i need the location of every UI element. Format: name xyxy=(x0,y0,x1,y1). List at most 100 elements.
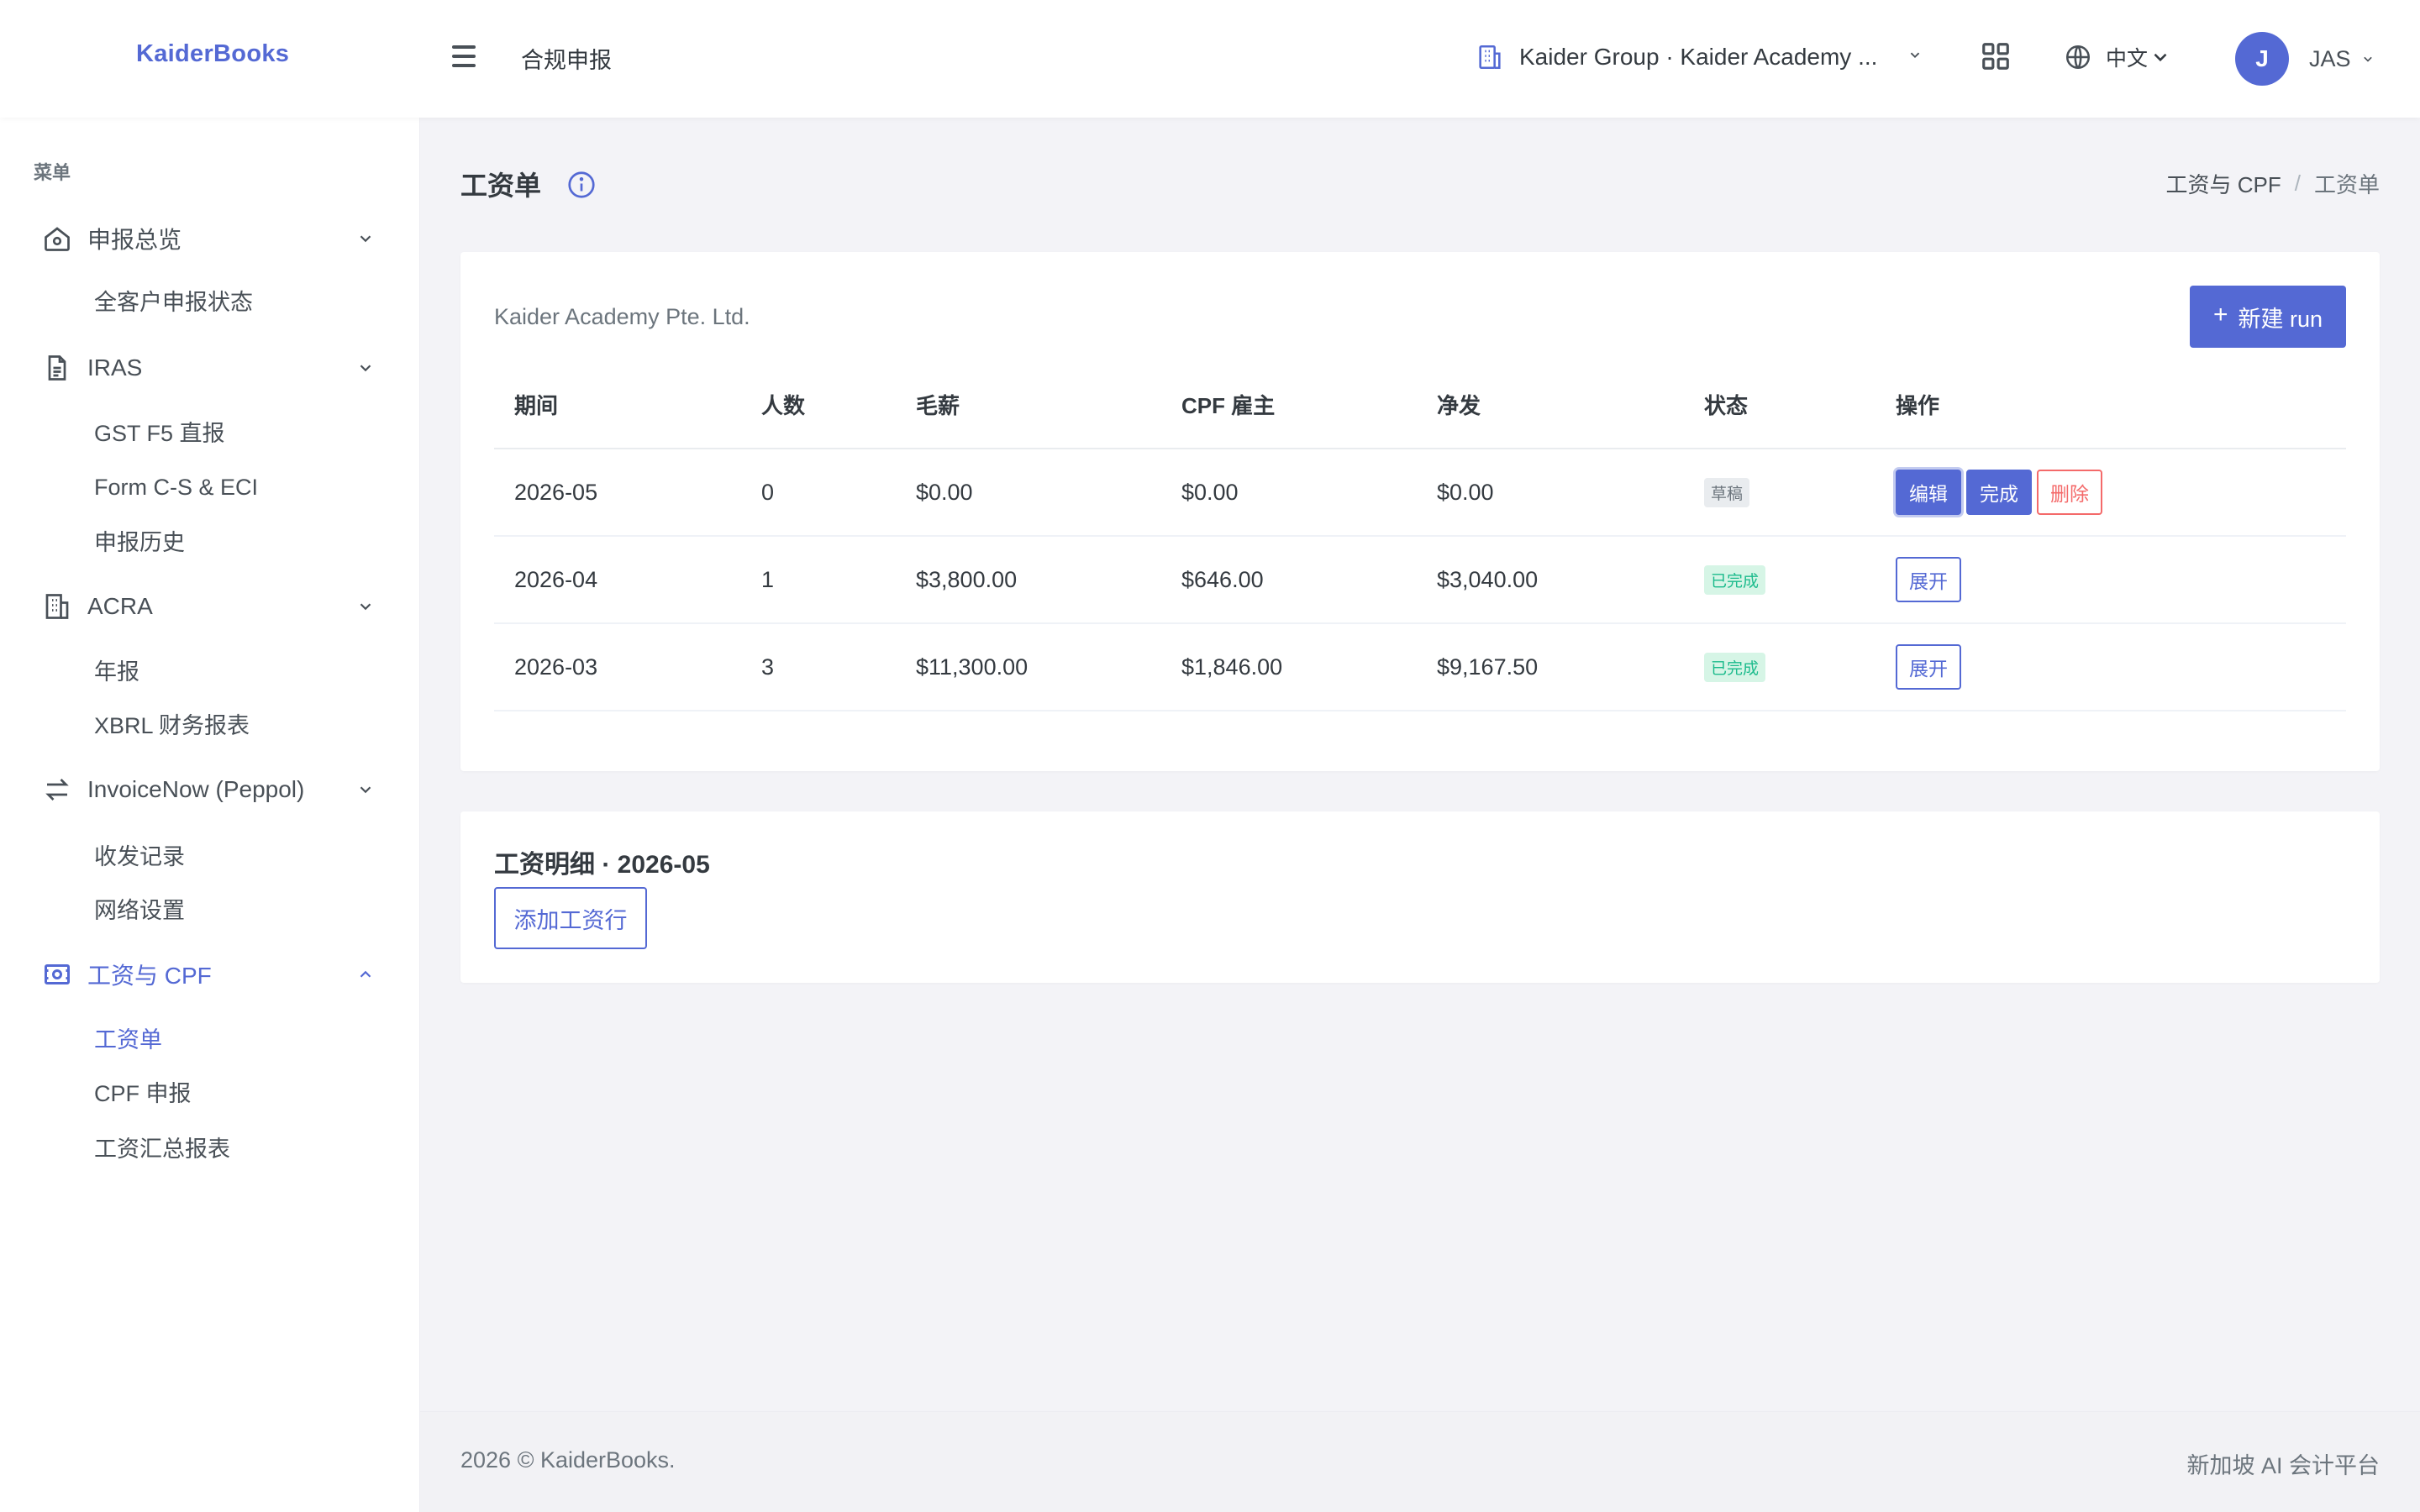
footer-copyright: 2026 © KaiderBooks. xyxy=(460,1447,676,1473)
sidebar-item-payroll-summary[interactable]: 工资汇总报表 xyxy=(94,1132,230,1166)
top-header: KaiderBooks 合规申报 Kaider Group · Kaider A… xyxy=(0,0,2420,118)
sidebar-group-label: 申报总览 xyxy=(87,227,182,253)
avatar: J xyxy=(2235,32,2289,86)
brand-logo[interactable]: KaiderBooks xyxy=(136,40,289,68)
building-icon xyxy=(45,594,69,619)
add-payroll-line-button[interactable]: 添加工资行 xyxy=(494,887,647,949)
page-title: 工资单 xyxy=(460,171,542,201)
cell-actions: 编辑 完成 删除 xyxy=(1876,449,2346,537)
breadcrumb-payroll-cpf[interactable]: 工资与 CPF xyxy=(2166,168,2281,199)
sidebar-item-payslips[interactable]: 工资单 xyxy=(94,1023,162,1057)
cell-status: 已完成 xyxy=(1684,623,1876,711)
edit-button[interactable]: 编辑 xyxy=(1896,470,1961,515)
cell-headcount: 1 xyxy=(741,536,896,624)
cell-gross: $11,300.00 xyxy=(896,623,1161,711)
status-badge: 草稿 xyxy=(1704,477,1750,507)
column-header-status: 状态 xyxy=(1684,361,1876,449)
cell-headcount: 0 xyxy=(741,449,896,537)
sidebar: 菜单 申报总览 全客户申报状态 IRAS GST F5 直报 Form C-S … xyxy=(0,118,420,1512)
sidebar-item-network-settings[interactable]: 网络设置 xyxy=(94,894,185,927)
chevron-down-icon xyxy=(1910,52,1920,59)
apps-grid-icon[interactable] xyxy=(1980,40,2012,72)
sidebar-item-gst-f5[interactable]: GST F5 直报 xyxy=(94,417,225,450)
expand-button[interactable]: 展开 xyxy=(1896,644,1961,690)
footer-tagline: 新加坡 AI 会计平台 xyxy=(2186,1453,2380,1478)
sidebar-group-overview[interactable]: 申报总览 xyxy=(0,213,420,264)
delete-button[interactable]: 删除 xyxy=(2037,470,2102,515)
sidebar-item-form-cs-eci[interactable]: Form C-S & ECI xyxy=(94,470,258,504)
payroll-runs-table: 期间 人数 毛薪 CPF 雇主 净发 状态 操作 2026-05 0 $0.00… xyxy=(494,361,2346,711)
sidebar-item-cpf-filing[interactable]: CPF 申报 xyxy=(94,1077,192,1110)
table-row: 2026-05 0 $0.00 $0.00 $0.00 草稿 编辑 完成 删除 xyxy=(494,449,2346,537)
column-header-net: 净发 xyxy=(1417,361,1684,449)
column-header-cpf-employer: CPF 雇主 xyxy=(1161,361,1417,449)
table-header-row: 期间 人数 毛薪 CPF 雇主 净发 状态 操作 xyxy=(494,361,2346,449)
table-row: 2026-04 1 $3,800.00 $646.00 $3,040.00 已完… xyxy=(494,536,2346,624)
sidebar-item-all-clients-status[interactable]: 全客户申报状态 xyxy=(94,286,253,319)
cell-net: $0.00 xyxy=(1417,449,1684,537)
building-icon xyxy=(1479,45,1501,70)
language-label: 中文 xyxy=(2106,47,2149,71)
chevron-up-icon xyxy=(360,970,371,978)
status-badge: 已完成 xyxy=(1704,652,1766,682)
column-header-period: 期间 xyxy=(494,361,741,449)
plus-icon: + xyxy=(2212,301,2228,328)
footer: 2026 © KaiderBooks. 新加坡 AI 会计平台 xyxy=(420,1411,2420,1512)
company-name: Kaider Academy Pte. Ltd. xyxy=(494,304,750,329)
new-run-label: 新建 run xyxy=(2238,306,2323,332)
sidebar-item-filing-history[interactable]: 申报历史 xyxy=(94,526,185,559)
chevron-down-icon xyxy=(360,365,371,372)
sidebar-group-label: 工资与 CPF xyxy=(87,963,212,989)
sidebar-item-annual-return[interactable]: 年报 xyxy=(94,655,139,689)
company-selector[interactable]: Kaider Group · Kaider Academy ... xyxy=(1476,39,1920,76)
column-header-headcount: 人数 xyxy=(741,361,896,449)
cell-cpf-employer: $646.00 xyxy=(1161,536,1417,624)
breadcrumb: 工资与 CPF / 工资单 xyxy=(2166,168,2380,199)
expand-button[interactable]: 展开 xyxy=(1896,557,1961,602)
sidebar-group-label: ACRA xyxy=(87,593,153,619)
document-icon xyxy=(48,355,66,381)
sidebar-item-xbrl[interactable]: XBRL 财务报表 xyxy=(94,709,250,743)
globe-icon xyxy=(2065,45,2091,70)
sidebar-group-invoicenow[interactable]: InvoiceNow (Peppol) xyxy=(0,764,420,815)
new-run-button[interactable]: + 新建 run xyxy=(2190,286,2346,348)
language-selector[interactable]: 中文 xyxy=(2064,40,2171,74)
cell-cpf-employer: $0.00 xyxy=(1161,449,1417,537)
sidebar-group-acra[interactable]: ACRA xyxy=(0,581,420,632)
complete-button[interactable]: 完成 xyxy=(1966,470,2032,515)
menu-toggle-icon[interactable] xyxy=(449,42,479,72)
cell-actions: 展开 xyxy=(1876,536,2346,624)
home-icon xyxy=(45,227,70,251)
chevron-down-icon xyxy=(360,235,371,243)
chevron-down-icon xyxy=(360,603,371,611)
sidebar-group-payroll-cpf[interactable]: 工资与 CPF xyxy=(0,949,420,1000)
sidebar-group-label: IRAS xyxy=(87,354,143,381)
column-header-gross: 毛薪 xyxy=(896,361,1161,449)
header-context-title: 合规申报 xyxy=(521,48,612,73)
table-row: 2026-03 3 $11,300.00 $1,846.00 $9,167.50… xyxy=(494,623,2346,711)
cell-status: 草稿 xyxy=(1684,449,1876,537)
cell-period: 2026-03 xyxy=(494,623,741,711)
cell-actions: 展开 xyxy=(1876,623,2346,711)
payroll-detail-card: 工资明细 · 2026-05 添加工资行 xyxy=(460,811,2380,983)
sidebar-group-label: InvoiceNow (Peppol) xyxy=(87,776,305,802)
chevron-down-icon xyxy=(2154,53,2167,62)
chevron-down-icon xyxy=(360,786,371,794)
breadcrumb-separator: / xyxy=(2294,171,2301,196)
cell-period: 2026-04 xyxy=(494,536,741,624)
payroll-runs-card: Kaider Academy Pte. Ltd. + 新建 run 期间 人数 … xyxy=(460,252,2380,771)
cell-gross: $0.00 xyxy=(896,449,1161,537)
cell-gross: $3,800.00 xyxy=(896,536,1161,624)
company-selector-label: Kaider Group · Kaider Academy ... xyxy=(1519,44,1878,70)
info-icon[interactable] xyxy=(566,170,597,200)
user-name: JAS xyxy=(2309,45,2351,71)
cell-cpf-employer: $1,846.00 xyxy=(1161,623,1417,711)
status-badge: 已完成 xyxy=(1704,564,1766,595)
cell-headcount: 3 xyxy=(741,623,896,711)
swap-arrows-icon xyxy=(45,779,69,801)
user-menu[interactable]: J JAS xyxy=(2235,32,2376,86)
sidebar-group-iras[interactable]: IRAS xyxy=(0,343,420,393)
column-header-actions: 操作 xyxy=(1876,361,2346,449)
money-icon xyxy=(45,964,70,984)
sidebar-item-send-receive-records[interactable]: 收发记录 xyxy=(94,840,185,874)
